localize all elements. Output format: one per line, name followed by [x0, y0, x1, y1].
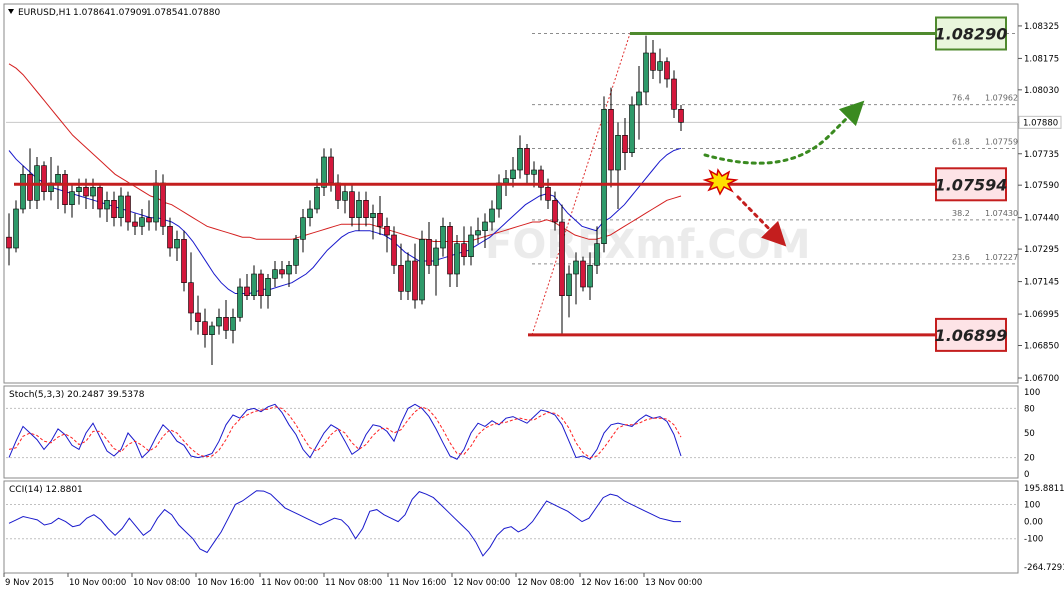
cci-tick-label: -264.7291 — [1024, 563, 1064, 573]
fib-ratio-label: 38.2 — [952, 209, 970, 218]
fib-ratio-label: 23.6 — [952, 253, 970, 262]
time-tick-label: 13 Nov 00:00 — [645, 578, 702, 588]
current-price-tag: 1.07880 — [1018, 115, 1062, 129]
time-tick-label: 12 Nov 08:00 — [517, 578, 574, 588]
fib-price-label: 1.07227 — [985, 253, 1018, 262]
candle — [629, 96, 635, 157]
price-tick-label: 1.06995 — [1024, 310, 1059, 320]
symbol-label: EURUSD,H1 — [18, 8, 71, 18]
time-tick-label: 11 Nov 16:00 — [389, 578, 446, 588]
svg-text:1.07880: 1.07880 — [1023, 118, 1058, 128]
stoch-tick-label: 0 — [1024, 470, 1029, 480]
fib-ratio-label: 76.4 — [952, 94, 970, 103]
fib-price-label: 1.07430 — [985, 209, 1018, 218]
price-tick-label: 1.07145 — [1024, 278, 1059, 288]
stochastic-label: Stoch(5,3,3) 20.2487 39.5378 — [9, 390, 145, 400]
time-tick-label: 11 Nov 08:00 — [325, 578, 382, 588]
price-tick-label: 1.07590 — [1024, 181, 1059, 191]
ohlc-high: 1.07909 — [110, 8, 147, 18]
cci-tick-label: 100 — [1024, 500, 1040, 510]
stochastic-panel — [3, 385, 1019, 479]
watermark: FOREXmf.COM — [485, 222, 811, 268]
cci-tick-label: -100 — [1024, 535, 1043, 545]
time-tick-label: 10 Nov 00:00 — [69, 578, 126, 588]
price-axis: 1.08325 1.08175 1.08030 1.07880 1.07735 1.075… — [1018, 22, 1059, 384]
chart-canvas: FOREXmf.COM 76.4 1.07962 61.8 1.07759 38.2 1.… — [3, 3, 1064, 588]
candle — [181, 230, 187, 292]
price-tick-label: 1.06850 — [1024, 342, 1059, 352]
ohlc-low: 1.07854 — [146, 8, 183, 18]
fib-ratio-label: 61.8 — [952, 138, 970, 147]
fib-price-label: 1.07962 — [985, 94, 1018, 103]
price-tick-label: 1.07440 — [1024, 214, 1059, 224]
cci-tick-label: 0.00 — [1024, 518, 1043, 528]
stoch-tick-label: 80 — [1024, 404, 1035, 414]
time-tick-label: 12 Nov 16:00 — [581, 578, 638, 588]
ohlc-open: 1.07864 — [73, 8, 110, 18]
stoch-tick-label: 20 — [1024, 454, 1035, 464]
time-tick-label: 12 Nov 00:00 — [453, 578, 510, 588]
price-tick-label: 1.08325 — [1024, 22, 1059, 32]
cci-tick-label: 195.8811 — [1024, 484, 1064, 494]
candle — [601, 96, 607, 253]
stoch-tick-label: 100 — [1024, 388, 1040, 398]
time-tick-label: 9 Nov 2015 — [5, 578, 54, 588]
time-tick-label: 10 Nov 08:00 — [133, 578, 190, 588]
price-tick-label: 1.07735 — [1024, 150, 1059, 160]
level-label-support: 1.06899 — [935, 326, 1008, 345]
chart-header: EURUSD,H1 1.07864 1.07909 1.07854 1.0788… — [8, 8, 220, 18]
time-axis: 9 Nov 2015 10 Nov 00:00 10 Nov 08:00 10 Nov… — [3, 573, 702, 588]
trading-chart-window: FOREXmf.COM 76.4 1.07962 61.8 1.07759 38.2 1.… — [0, 0, 1064, 591]
ohlc-close: 1.07880 — [183, 8, 220, 18]
stoch-tick-label: 50 — [1024, 429, 1035, 439]
price-tick-label: 1.08175 — [1024, 54, 1059, 64]
level-label-pivot: 1.07594 — [935, 175, 1008, 194]
cci-label: CCI(14) 12.8801 — [9, 485, 83, 495]
price-tick-label: 1.07295 — [1024, 245, 1059, 255]
candle — [419, 230, 425, 305]
time-tick-label: 10 Nov 16:00 — [197, 578, 254, 588]
price-tick-label: 1.08030 — [1024, 86, 1059, 96]
candle — [580, 256, 586, 292]
time-tick-label: 11 Nov 00:00 — [261, 578, 318, 588]
fib-price-label: 1.07759 — [985, 138, 1018, 147]
price-tick-label: 1.06700 — [1024, 374, 1059, 384]
level-label-resistance: 1.08290 — [935, 25, 1008, 44]
